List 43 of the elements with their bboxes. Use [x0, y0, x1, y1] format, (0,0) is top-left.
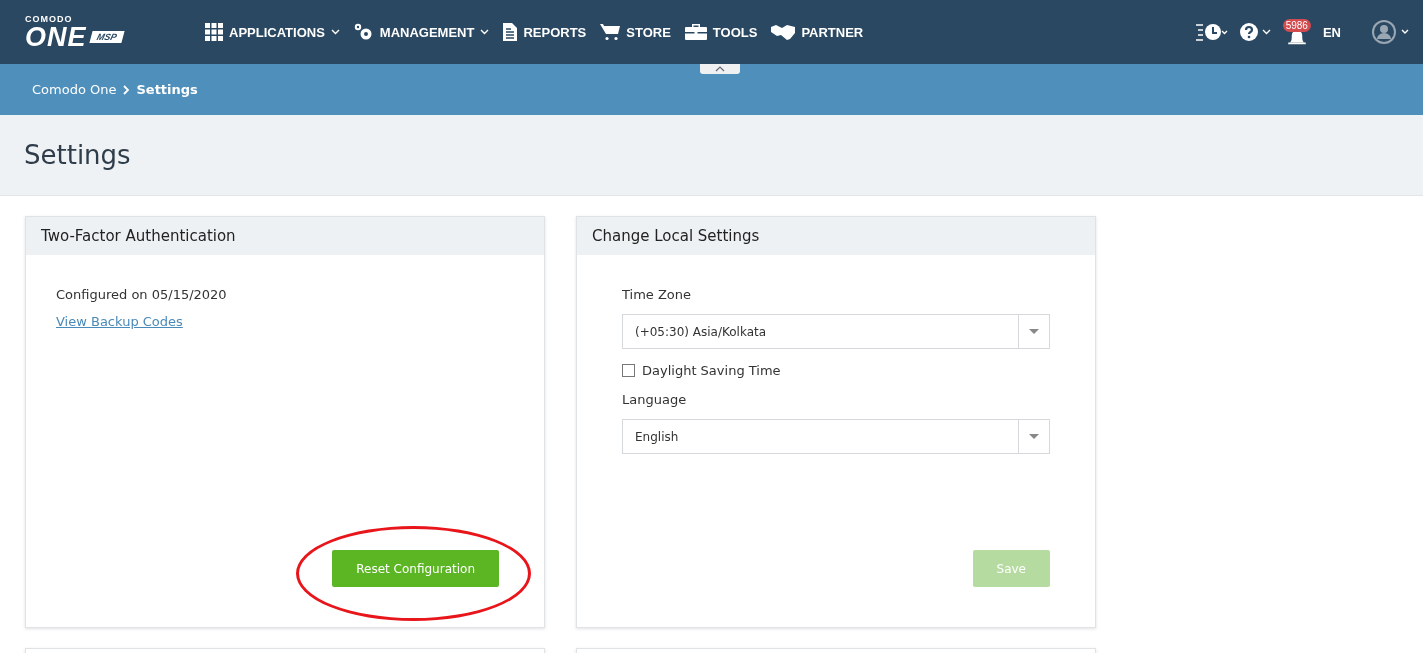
document-icon — [503, 23, 518, 41]
nav-menu-item[interactable]: PARTNER — [771, 23, 864, 41]
card-title: Change Local Settings — [592, 227, 760, 245]
breadcrumb-item: Settings — [136, 82, 198, 97]
language-dropdown[interactable]: English — [622, 419, 1050, 454]
caret-down-icon — [1029, 434, 1039, 439]
caret-down-icon — [1029, 329, 1039, 334]
nav-menu-item[interactable]: MANAGEMENT — [353, 23, 490, 41]
language-selector[interactable]: EN — [1322, 24, 1341, 40]
help-button[interactable] — [1239, 23, 1271, 41]
checkbox[interactable] — [622, 364, 635, 377]
notifications-button[interactable]: 5986 — [1282, 18, 1311, 46]
nav-menu-item[interactable]: TOOLS — [684, 23, 758, 41]
breadcrumb-item[interactable]: Comodo One — [32, 82, 117, 97]
collapse-header-button[interactable] — [700, 64, 740, 74]
daylight-saving-checkbox[interactable]: Daylight Saving Time — [622, 363, 1050, 378]
recent-activity-button[interactable] — [1195, 23, 1228, 41]
page-title: Settings — [24, 140, 131, 170]
notification-count-badge: 5986 — [1282, 18, 1311, 32]
field-label: Language — [622, 392, 688, 407]
configured-status-text: Configured on 05/15/2020 — [56, 287, 228, 302]
grid-icon — [205, 23, 223, 41]
logo-product-text: ONE — [25, 24, 87, 50]
user-menu-button[interactable] — [1371, 19, 1411, 45]
chevron-up-icon — [715, 66, 725, 72]
view-backup-codes-link[interactable]: View Backup Codes — [56, 314, 183, 329]
list-clock-icon — [1195, 23, 1228, 41]
logo-badge: MSP — [88, 31, 124, 43]
field-label: Time Zone — [622, 287, 693, 302]
help-icon — [1239, 23, 1258, 41]
logo[interactable]: COMODO ONE MSP — [25, 14, 205, 50]
nav-menu-item[interactable]: REPORTS — [503, 23, 587, 41]
nav-menu-item[interactable]: STORE — [600, 23, 671, 41]
card-title: Two-Factor Authentication — [41, 227, 236, 245]
gears-icon — [353, 23, 374, 41]
user-avatar-icon — [1371, 19, 1411, 45]
toolbox-icon — [684, 23, 707, 41]
chevron-right-icon — [122, 84, 131, 95]
logo-brand-text: COMODO — [25, 14, 74, 24]
nav-menu-item[interactable]: APPLICATIONS — [205, 23, 340, 41]
time-zone-dropdown[interactable]: (+05:30) Asia/Kolkata — [622, 314, 1050, 349]
chevron-down-icon — [1261, 29, 1271, 35]
cart-icon — [600, 23, 621, 41]
